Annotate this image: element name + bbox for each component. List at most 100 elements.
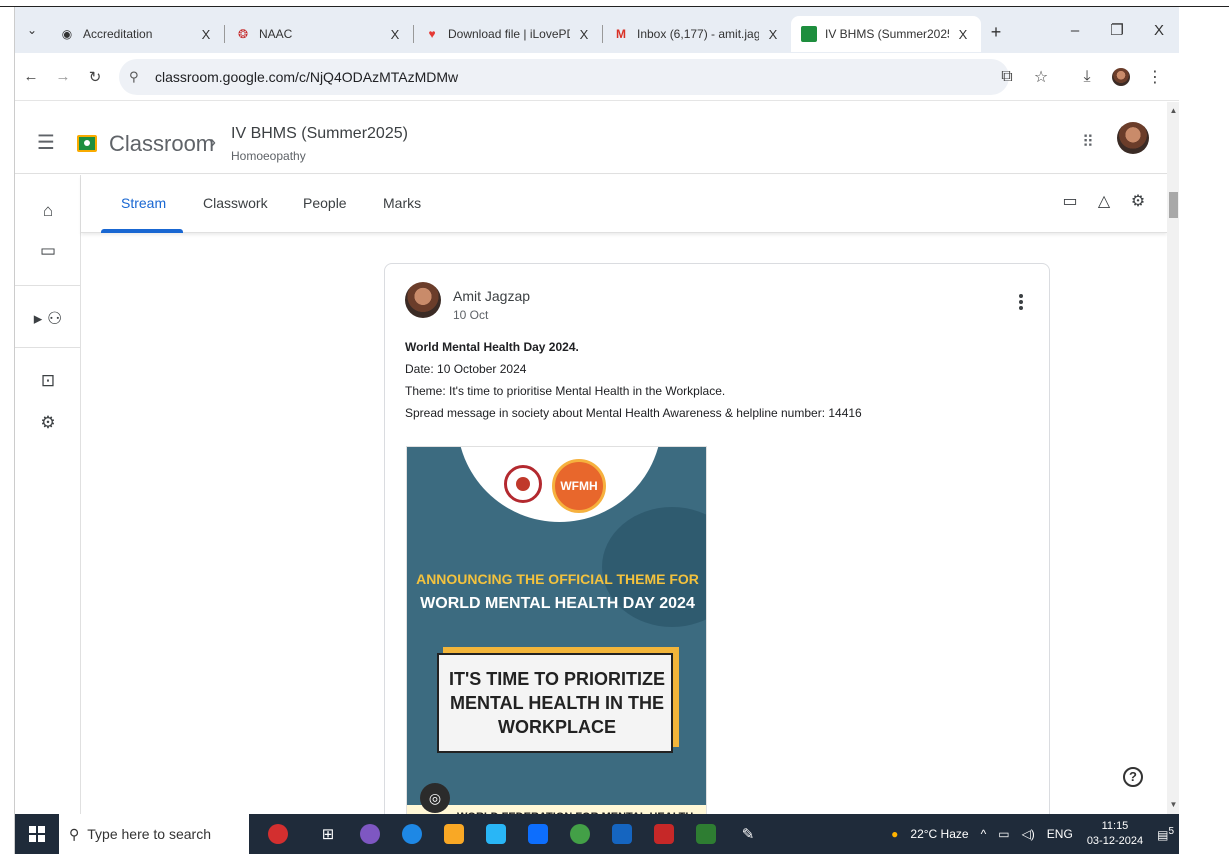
- edge-icon[interactable]: [391, 814, 433, 854]
- site-info-icon[interactable]: ⚲: [129, 69, 155, 85]
- google-drive-icon[interactable]: △: [1087, 191, 1121, 211]
- course-title[interactable]: IV BHMS (Summer2025): [231, 125, 408, 143]
- close-tab-icon[interactable]: X: [387, 27, 403, 42]
- tab-marks[interactable]: Marks: [383, 195, 421, 211]
- browser-tab-accreditation[interactable]: ◉ Accreditation X: [49, 16, 224, 52]
- post-author: Amit Jagzap: [453, 288, 531, 304]
- search-placeholder: Type here to search: [87, 826, 212, 842]
- main-menu-icon[interactable]: ☰: [37, 130, 55, 155]
- weather-text[interactable]: 22°C Haze: [910, 827, 968, 841]
- google-apps-icon[interactable]: ⠿: [1082, 132, 1094, 152]
- minimize-icon[interactable]: –: [1054, 7, 1096, 53]
- post-options-icon[interactable]: [1019, 292, 1025, 312]
- close-window-icon[interactable]: X: [1138, 7, 1179, 53]
- wfmh-logo: WFMH: [552, 459, 606, 513]
- windows-start-icon[interactable]: [15, 814, 59, 854]
- globe-icon: ◉: [61, 27, 73, 41]
- menu-kebab-icon[interactable]: ⋮: [1138, 67, 1172, 87]
- profile-avatar-icon[interactable]: [1104, 67, 1138, 86]
- network-icon[interactable]: ▭: [998, 827, 1009, 841]
- copilot-icon[interactable]: [349, 814, 391, 854]
- close-tab-icon[interactable]: X: [765, 27, 781, 42]
- account-avatar[interactable]: [1117, 122, 1149, 154]
- scroll-thumb[interactable]: [1169, 192, 1178, 218]
- reload-icon[interactable]: ↻: [79, 68, 111, 86]
- browser-tab-naac[interactable]: ❂ NAAC X: [225, 16, 413, 52]
- classroom-app: ☰ Classroom › IV BHMS (Summer2025) Homoe…: [15, 102, 1167, 826]
- class-settings-icon[interactable]: ⚙: [1121, 191, 1155, 211]
- active-tab-indicator: [101, 229, 183, 233]
- window-controls: – ❐ X: [1054, 7, 1179, 53]
- scroll-up-icon[interactable]: ▲: [1167, 106, 1179, 115]
- calendar-icon[interactable]: ▭: [15, 241, 81, 261]
- archive-icon[interactable]: ⊡: [15, 371, 81, 391]
- enrolled-people-icon[interactable]: ▸ ⚇: [15, 309, 81, 329]
- settings-icon[interactable]: ⚙: [15, 413, 81, 433]
- browser-toolbar: ← → ↻ ⚲ classroom.google.com/c/NjQ4ODAzM…: [15, 53, 1179, 101]
- clock[interactable]: 11:15 03-12-2024: [1087, 819, 1143, 849]
- tab-people[interactable]: People: [303, 195, 347, 211]
- outlook-icon[interactable]: [517, 814, 559, 854]
- close-tab-icon[interactable]: X: [198, 27, 214, 42]
- tab-search-button[interactable]: ⌄: [15, 7, 49, 53]
- help-icon[interactable]: ?: [1123, 767, 1143, 787]
- page-scrollbar[interactable]: ▲ ▼: [1167, 102, 1179, 814]
- install-app-icon[interactable]: ⧉: [990, 68, 1024, 86]
- weather-icon[interactable]: ●: [891, 827, 898, 841]
- browser-window: ⌄ ◉ Accreditation X ❂ NAAC X ♥ Download …: [14, 7, 1179, 854]
- chevron-down-icon: ⌄: [26, 23, 38, 37]
- volume-icon[interactable]: ◁): [1022, 827, 1035, 841]
- tray-chevron-icon[interactable]: ^: [981, 827, 987, 841]
- classroom-icon: [801, 26, 817, 42]
- ilovepdf-icon: ♥: [428, 27, 436, 41]
- classroom-header: ☰ Classroom › IV BHMS (Summer2025) Homoe…: [15, 102, 1167, 174]
- tab-stream[interactable]: Stream: [121, 195, 166, 211]
- excel-icon[interactable]: [685, 814, 727, 854]
- store-icon[interactable]: [475, 814, 517, 854]
- author-avatar: [405, 282, 441, 318]
- close-tab-icon[interactable]: X: [576, 27, 592, 42]
- poster-heading: ANNOUNCING THE OFFICIAL THEME FOR: [416, 571, 699, 587]
- close-tab-icon[interactable]: X: [955, 27, 971, 42]
- notifications-icon[interactable]: ▤5: [1157, 826, 1174, 842]
- post-image-attachment[interactable]: WFMH ANNOUNCING THE OFFICIAL THEME FOR W…: [406, 446, 707, 826]
- tab-strip: ⌄ ◉ Accreditation X ❂ NAAC X ♥ Download …: [15, 7, 1179, 53]
- forward-icon[interactable]: →: [47, 68, 79, 85]
- post-date: 10 Oct: [453, 308, 489, 322]
- tab-classwork[interactable]: Classwork: [203, 195, 268, 211]
- word-icon[interactable]: [601, 814, 643, 854]
- classroom-logo-icon[interactable]: [77, 135, 97, 152]
- poster-theme-line: IT'S TIME TO PRIORITIZE: [449, 669, 665, 689]
- restore-icon[interactable]: ❐: [1096, 7, 1138, 53]
- poster-subheading: WORLD MENTAL HEALTH DAY 2024: [420, 595, 695, 612]
- address-bar[interactable]: ⚲ classroom.google.com/c/NjQ4ODAzMTAzMDM…: [119, 59, 1009, 95]
- new-tab-button[interactable]: +: [981, 22, 1011, 43]
- browser-tab-classroom[interactable]: IV BHMS (Summer2025) Hor X: [791, 16, 981, 52]
- bookmark-star-icon[interactable]: ☆: [1024, 67, 1058, 87]
- download-icon[interactable]: ⤓: [1070, 68, 1104, 86]
- post-line: Spread message in society about Mental H…: [405, 406, 862, 420]
- paint-icon[interactable]: ✎: [727, 814, 769, 854]
- chrome-icon[interactable]: [559, 814, 601, 854]
- ribbon-app-icon[interactable]: [249, 814, 307, 854]
- google-lens-icon[interactable]: ◎: [420, 783, 450, 813]
- app-name[interactable]: Classroom: [109, 131, 214, 157]
- windows-taskbar: ⚲ Type here to search ⊞ ✎ ● 22°C Haze ^ …: [15, 814, 1179, 854]
- acrobat-icon[interactable]: [643, 814, 685, 854]
- file-explorer-icon[interactable]: [433, 814, 475, 854]
- language-indicator[interactable]: ENG: [1047, 827, 1073, 841]
- post-line: Theme: It's time to prioritise Mental He…: [405, 384, 726, 398]
- naac-icon: ❂: [237, 27, 249, 41]
- google-calendar-icon[interactable]: ▭: [1053, 191, 1087, 211]
- taskbar-search[interactable]: ⚲ Type here to search: [59, 814, 249, 854]
- task-view-icon[interactable]: ⊞: [307, 814, 349, 854]
- browser-tab-gmail[interactable]: M Inbox (6,177) - amit.jagzap2 X: [603, 16, 791, 52]
- poster-theme-line: MENTAL HEALTH IN THE: [450, 693, 664, 713]
- back-icon[interactable]: ←: [15, 68, 47, 85]
- scroll-down-icon[interactable]: ▼: [1167, 800, 1179, 809]
- browser-tab-ilovepdf[interactable]: ♥ Download file | iLovePDF X: [414, 16, 602, 52]
- home-icon[interactable]: ⌂: [15, 201, 81, 221]
- seal-logo-icon: [504, 465, 542, 503]
- post-line: Date: 10 October 2024: [405, 362, 527, 376]
- left-rail: ⌂ ▭ ▸ ⚇ ⊡ ⚙: [15, 175, 81, 815]
